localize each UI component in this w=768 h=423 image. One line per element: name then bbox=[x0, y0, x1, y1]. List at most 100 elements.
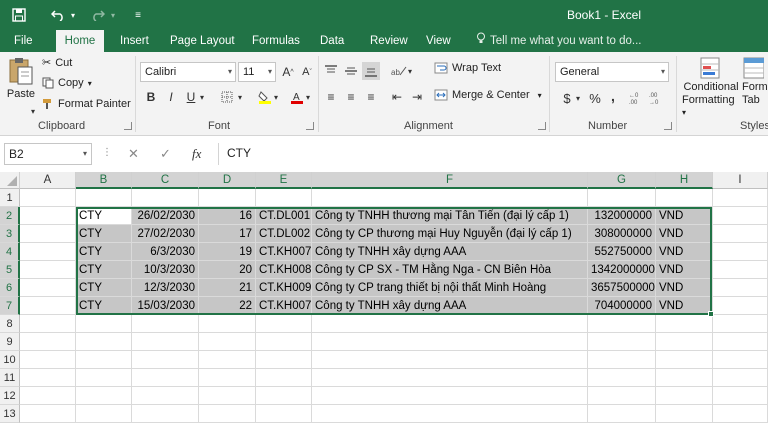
empty-cell[interactable] bbox=[20, 207, 76, 225]
tab-insert[interactable]: Insert bbox=[114, 30, 155, 52]
empty-cell[interactable] bbox=[588, 369, 656, 387]
alignment-launcher-icon[interactable] bbox=[538, 122, 546, 130]
table-cell[interactable]: 22 bbox=[199, 297, 256, 315]
decrease-font-icon[interactable]: Aˇ bbox=[298, 63, 316, 81]
row-header[interactable]: 4 bbox=[0, 243, 20, 261]
empty-cell[interactable] bbox=[656, 369, 713, 387]
table-cell[interactable]: VND bbox=[656, 279, 713, 297]
column-header[interactable]: E bbox=[256, 172, 312, 189]
font-color-dropdown-icon[interactable]: ▾ bbox=[304, 88, 312, 106]
empty-cell[interactable] bbox=[76, 189, 132, 207]
table-cell[interactable]: 16 bbox=[199, 207, 256, 225]
row-header[interactable]: 5 bbox=[0, 261, 20, 279]
column-header[interactable]: B bbox=[76, 172, 132, 189]
select-all-corner[interactable] bbox=[0, 172, 20, 189]
align-center-icon[interactable]: ≡ bbox=[342, 88, 360, 106]
empty-cell[interactable] bbox=[312, 315, 588, 333]
empty-cell[interactable] bbox=[199, 189, 256, 207]
empty-cell[interactable] bbox=[713, 369, 768, 387]
empty-cell[interactable] bbox=[312, 333, 588, 351]
font-name-select[interactable]: Calibri ▾ bbox=[140, 62, 236, 82]
bold-button[interactable]: B bbox=[142, 88, 160, 106]
paste-button[interactable]: Paste bbox=[6, 56, 36, 100]
row-header[interactable]: 6 bbox=[0, 279, 20, 297]
table-cell[interactable]: CTY bbox=[76, 225, 132, 243]
row-header[interactable]: 3 bbox=[0, 225, 20, 243]
table-cell[interactable]: 17 bbox=[199, 225, 256, 243]
orientation-dropdown-icon[interactable]: ▾ bbox=[406, 62, 414, 80]
table-cell[interactable]: 19 bbox=[199, 243, 256, 261]
format-as-table-button[interactable]: Form Tab bbox=[742, 56, 768, 106]
insert-function-icon[interactable]: fx bbox=[192, 146, 201, 162]
table-cell[interactable]: 6/3/2030 bbox=[132, 243, 199, 261]
table-cell[interactable]: 12/3/2030 bbox=[132, 279, 199, 297]
row-header[interactable]: 7 bbox=[0, 297, 20, 315]
cancel-icon[interactable]: ✕ bbox=[128, 146, 139, 162]
table-cell[interactable]: 27/02/2030 bbox=[132, 225, 199, 243]
table-cell[interactable]: VND bbox=[656, 225, 713, 243]
empty-cell[interactable] bbox=[199, 369, 256, 387]
font-launcher-icon[interactable] bbox=[306, 122, 314, 130]
empty-cell[interactable] bbox=[20, 351, 76, 369]
empty-cell[interactable] bbox=[20, 387, 76, 405]
table-cell[interactable]: VND bbox=[656, 297, 713, 315]
formula-input[interactable]: CTY bbox=[218, 143, 764, 165]
empty-cell[interactable] bbox=[312, 351, 588, 369]
empty-cell[interactable] bbox=[312, 387, 588, 405]
column-header[interactable]: A bbox=[20, 172, 76, 189]
empty-cell[interactable] bbox=[588, 351, 656, 369]
table-cell[interactable]: CTY bbox=[76, 279, 132, 297]
empty-cell[interactable] bbox=[713, 315, 768, 333]
empty-cell[interactable] bbox=[713, 351, 768, 369]
row-header[interactable]: 9 bbox=[0, 333, 20, 351]
empty-cell[interactable] bbox=[588, 333, 656, 351]
empty-cell[interactable] bbox=[312, 405, 588, 423]
empty-cell[interactable] bbox=[656, 351, 713, 369]
empty-cell[interactable] bbox=[256, 333, 312, 351]
empty-cell[interactable] bbox=[20, 279, 76, 297]
fill-color-dropdown-icon[interactable]: ▾ bbox=[272, 88, 280, 106]
bottom-align-icon[interactable] bbox=[362, 62, 380, 80]
table-cell[interactable]: VND bbox=[656, 243, 713, 261]
tab-view[interactable]: View bbox=[420, 30, 457, 52]
empty-cell[interactable] bbox=[588, 405, 656, 423]
table-cell[interactable]: 132000000 bbox=[588, 207, 656, 225]
tab-data[interactable]: Data bbox=[314, 30, 350, 52]
empty-cell[interactable] bbox=[713, 405, 768, 423]
empty-cell[interactable] bbox=[713, 189, 768, 207]
table-cell[interactable]: 26/02/2030 bbox=[132, 207, 199, 225]
italic-button[interactable]: I bbox=[162, 88, 180, 106]
empty-cell[interactable] bbox=[713, 279, 768, 297]
empty-cell[interactable] bbox=[20, 333, 76, 351]
empty-cell[interactable] bbox=[256, 369, 312, 387]
increase-font-icon[interactable]: A ^ bbox=[279, 63, 297, 81]
conditional-formatting-button[interactable]: Conditional Formatting ▾ bbox=[682, 56, 740, 118]
empty-cell[interactable] bbox=[312, 369, 588, 387]
table-cell[interactable]: 704000000 bbox=[588, 297, 656, 315]
table-cell[interactable]: CTY bbox=[76, 207, 132, 225]
table-cell[interactable]: CT.DL002 bbox=[256, 225, 312, 243]
empty-cell[interactable] bbox=[713, 225, 768, 243]
currency-dropdown-icon[interactable]: ▾ bbox=[574, 89, 582, 107]
table-cell[interactable]: 1342000000 bbox=[588, 261, 656, 279]
table-cell[interactable]: VND bbox=[656, 261, 713, 279]
table-cell[interactable]: Công ty TNHH xây dựng AAA bbox=[312, 243, 588, 261]
percent-button[interactable]: % bbox=[586, 89, 604, 107]
empty-cell[interactable] bbox=[132, 333, 199, 351]
cut-button[interactable]: ✂ Cut bbox=[42, 56, 72, 70]
empty-cell[interactable] bbox=[656, 333, 713, 351]
number-launcher-icon[interactable] bbox=[664, 122, 672, 130]
empty-cell[interactable] bbox=[256, 315, 312, 333]
paste-dropdown-icon[interactable]: ▾ bbox=[24, 102, 42, 120]
empty-cell[interactable] bbox=[76, 387, 132, 405]
copy-button[interactable]: Copy ▾ bbox=[42, 77, 92, 89]
empty-cell[interactable] bbox=[20, 225, 76, 243]
row-header[interactable]: 12 bbox=[0, 387, 20, 405]
name-box[interactable]: B2 ▾ bbox=[4, 143, 92, 165]
empty-cell[interactable] bbox=[76, 369, 132, 387]
empty-cell[interactable] bbox=[656, 315, 713, 333]
table-cell[interactable]: VND bbox=[656, 207, 713, 225]
empty-cell[interactable] bbox=[132, 369, 199, 387]
empty-cell[interactable] bbox=[199, 405, 256, 423]
table-cell[interactable]: 308000000 bbox=[588, 225, 656, 243]
